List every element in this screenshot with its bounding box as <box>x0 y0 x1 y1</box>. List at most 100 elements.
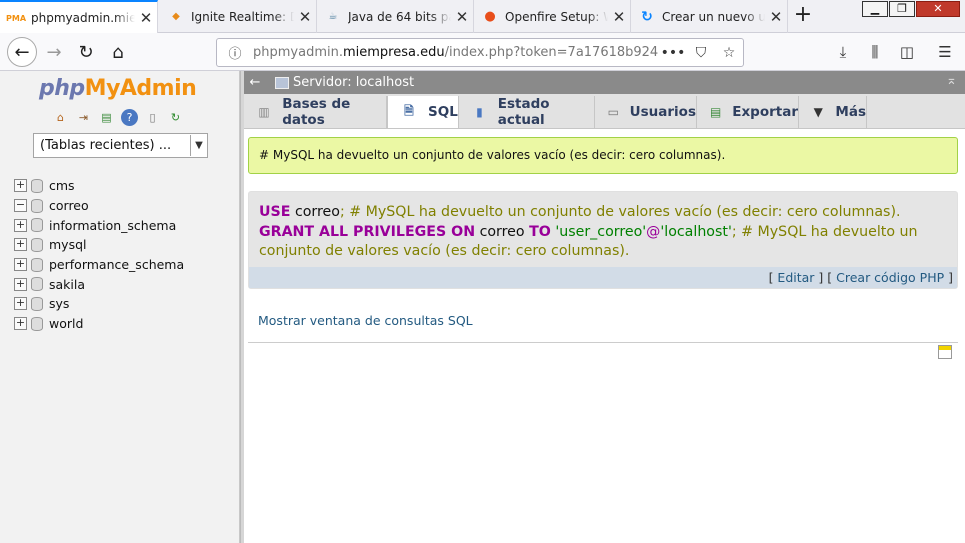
browser-tab-java[interactable]: ☕ Java de 64 bits para Windows ✕ <box>317 0 474 33</box>
close-icon[interactable]: ✕ <box>451 8 473 26</box>
pma-top-menu: ▥ Bases de datos 🗎 SQL ▮ Estado actual ▭… <box>244 94 965 129</box>
pma-quick-icons: ⌂ ⇥ ▤ ? ▯ ↻ <box>52 109 184 126</box>
db-item-sys[interactable]: + sys <box>14 294 184 314</box>
database-icon <box>31 198 43 213</box>
close-icon[interactable]: ✕ <box>765 8 787 26</box>
expand-icon[interactable]: + <box>14 317 27 331</box>
tab-users[interactable]: ▭ Usuarios <box>595 96 697 128</box>
browser-tab-ignite[interactable]: ◆ Ignite Realtime: Downloads ✕ <box>160 0 317 33</box>
maximize-button[interactable]: ❐ <box>889 1 915 17</box>
db-item-correo[interactable]: − correo <box>14 196 184 216</box>
close-icon[interactable]: ✕ <box>135 9 157 27</box>
logout-icon[interactable]: ⇥ <box>75 109 92 126</box>
tab-databases[interactable]: ▥ Bases de datos <box>244 96 387 128</box>
home-button[interactable]: ⌂ <box>103 37 133 67</box>
users-icon: ▭ <box>607 105 619 119</box>
close-window-button[interactable]: ✕ <box>916 1 960 17</box>
expand-icon[interactable]: + <box>14 179 27 193</box>
tab-title: Crear un nuevo usuario <box>662 9 765 24</box>
panel-splitter[interactable] <box>240 71 244 543</box>
database-icon <box>31 277 43 292</box>
database-icon <box>31 237 43 252</box>
close-icon[interactable]: ✕ <box>294 8 316 26</box>
expand-icon[interactable]: + <box>14 277 27 291</box>
java-icon: ☕ <box>328 11 338 22</box>
forward-button[interactable]: → <box>39 37 69 67</box>
url-text[interactable]: phpmyadmin.miempresa.edu/index.php?token… <box>247 45 659 60</box>
bookmark-star-icon[interactable]: ☆ <box>715 45 743 61</box>
minimize-button[interactable]: ▁ <box>862 1 888 17</box>
sql-links-bar: [ Editar ] [ Crear código PHP ] <box>249 267 957 288</box>
home-icon[interactable]: ⌂ <box>52 109 69 126</box>
show-sql-window-link[interactable]: Mostrar ventana de consultas SQL <box>258 313 473 328</box>
address-bar[interactable]: ⓘ phpmyadmin.miempresa.edu/index.php?tok… <box>216 38 744 67</box>
chevron-down-icon[interactable]: ▼ <box>190 135 207 156</box>
new-tab-button[interactable]: + <box>791 4 815 28</box>
page-actions-icon[interactable]: ••• <box>659 45 687 61</box>
tab-title: phpmyadmin.miempresa.edu/index.php?token <box>31 11 135 25</box>
browser-tabstrip: PMA phpmyadmin.miempresa.edu/index.php?t… <box>0 0 965 34</box>
browser-navbar: ← → ↻ ⌂ ⓘ phpmyadmin.miempresa.edu/index… <box>0 33 965 71</box>
sql-icon: 🗎 <box>404 103 414 118</box>
recent-tables-select[interactable]: (Tablas recientes) ... ▼ <box>33 133 208 158</box>
browser-tab-phpmyadmin[interactable]: PMA phpmyadmin.miempresa.edu/index.php?t… <box>0 0 158 34</box>
pma-favicon-icon: PMA <box>6 13 27 23</box>
docs-icon[interactable]: ▯ <box>144 109 161 126</box>
collapse-top-icon[interactable]: ⌅ <box>946 73 957 88</box>
server-icon <box>275 76 289 89</box>
ignite-icon: ◆ <box>172 11 180 22</box>
edit-link[interactable]: Editar <box>777 270 814 285</box>
tab-more[interactable]: ▼ Más <box>799 96 867 128</box>
console-notepad-icon[interactable] <box>938 345 952 359</box>
database-icon <box>31 218 43 233</box>
tab-export[interactable]: ▤ Exportar <box>697 96 799 128</box>
close-icon[interactable]: ✕ <box>608 8 630 26</box>
help-icon[interactable]: ? <box>121 109 138 126</box>
db-item-world[interactable]: + world <box>14 314 184 334</box>
tab-title: Ignite Realtime: Downloads <box>191 9 294 24</box>
browser-tab-crear-usuario[interactable]: ↻ Crear un nuevo usuario ✕ <box>631 0 788 33</box>
divider <box>248 342 958 343</box>
back-button[interactable]: ← <box>7 37 37 67</box>
database-icon <box>31 296 43 311</box>
tab-title: Openfire Setup: Welcome <box>505 9 608 24</box>
export-icon: ▤ <box>709 105 722 119</box>
db-item-information-schema[interactable]: + information_schema <box>14 215 184 235</box>
back-arrow-icon[interactable]: ← <box>245 75 265 90</box>
menu-icon[interactable]: ☰ <box>931 38 959 66</box>
tab-sql[interactable]: 🗎 SQL <box>387 96 459 128</box>
reload-nav-icon[interactable]: ↻ <box>167 109 184 126</box>
database-icon <box>31 178 43 193</box>
expand-icon[interactable]: + <box>14 218 27 232</box>
openfire-icon: ● <box>484 9 496 24</box>
db-item-performance-schema[interactable]: + performance_schema <box>14 255 184 275</box>
pocket-icon[interactable]: ⛉ <box>687 45 715 61</box>
db-item-mysql[interactable]: + mysql <box>14 235 184 255</box>
browser-tab-openfire[interactable]: ● Openfire Setup: Welcome ✕ <box>474 0 631 33</box>
expand-icon[interactable]: + <box>14 238 27 252</box>
query-window-icon[interactable]: ▤ <box>98 109 115 126</box>
info-icon[interactable]: ⓘ <box>223 43 247 62</box>
status-icon: ▮ <box>476 105 483 119</box>
reload-button[interactable]: ↻ <box>71 37 101 67</box>
sql-result-box: USE correo; # MySQL ha devuelto un conju… <box>248 191 958 289</box>
tab-status[interactable]: ▮ Estado actual <box>459 96 595 128</box>
expand-icon[interactable]: + <box>14 258 27 272</box>
loading-icon: ↻ <box>641 8 653 25</box>
sql-query-text: USE correo; # MySQL ha devuelto un conju… <box>259 204 918 259</box>
db-item-sakila[interactable]: + sakila <box>14 274 184 294</box>
downloads-icon[interactable]: ⤓ <box>829 38 857 66</box>
db-item-cms[interactable]: + cms <box>14 176 184 196</box>
tab-title: Java de 64 bits para Windows <box>348 9 451 24</box>
server-link[interactable]: Servidor: localhost <box>293 75 414 90</box>
create-php-code-link[interactable]: Crear código PHP <box>836 270 944 285</box>
expand-icon[interactable]: + <box>14 297 27 311</box>
server-breadcrumb-bar: ← Servidor: localhost ⌅ <box>244 71 965 94</box>
pma-logo[interactable]: phpMyAdmin <box>39 76 197 101</box>
library-icon[interactable]: ⫼ <box>861 38 889 66</box>
database-icon: ▥ <box>258 105 270 119</box>
sidebar-icon[interactable]: ◫ <box>893 38 921 66</box>
database-tree: + cms − correo + information_schema + mysql … <box>14 176 184 334</box>
collapse-icon[interactable]: − <box>14 199 27 213</box>
chevron-down-icon: ▼ <box>813 105 823 119</box>
